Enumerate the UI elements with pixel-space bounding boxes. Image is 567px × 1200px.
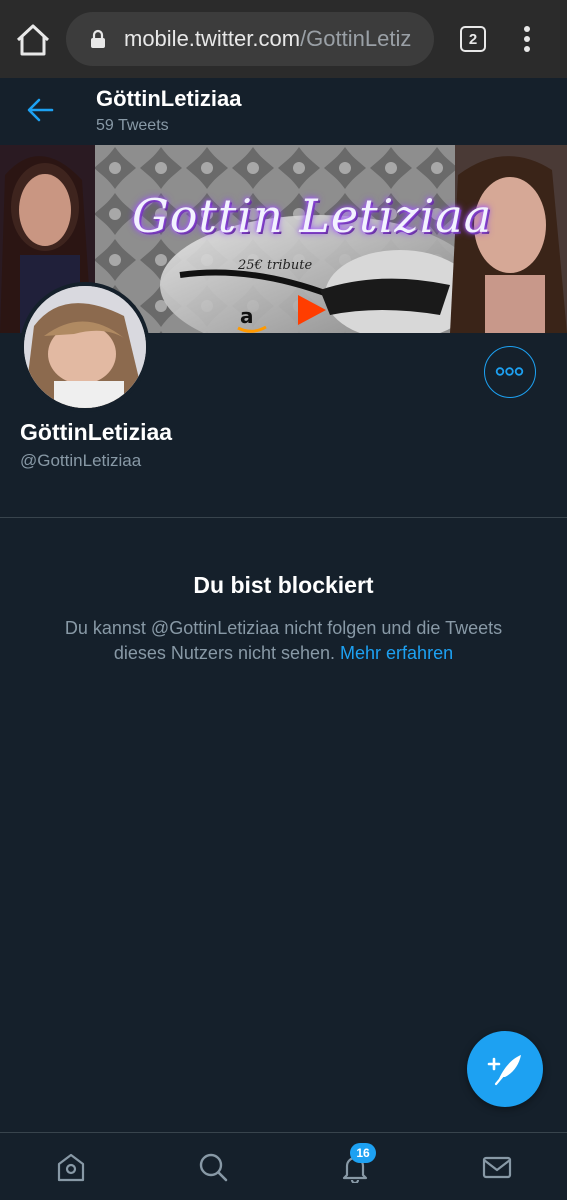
mail-icon[interactable] [481,1151,513,1183]
url-path: /GottinLetiz [300,26,412,51]
divider [0,517,567,518]
browser-toolbar: mobile.twitter.com/GottinLetiz 2 [0,0,567,78]
url-text: mobile.twitter.com/GottinLetiz [124,26,411,52]
svg-text:a: a [240,304,254,328]
search-icon[interactable] [197,1151,229,1183]
home-icon[interactable] [14,22,52,58]
home-icon[interactable] [55,1151,87,1183]
profile-display-name: GöttinLetiziaa [20,419,173,445]
more-options-button[interactable] [484,346,536,398]
learn-more-link[interactable]: Mehr erfahren [340,643,453,663]
header-title: GöttinLetiziaa [96,86,242,111]
address-bar[interactable]: mobile.twitter.com/GottinLetiz [66,12,434,66]
banner-subtitle: 25€ tribute [238,258,313,273]
header-tweet-count: 59 Tweets [96,117,169,134]
profile-handle: @GottinLetiziaa [20,451,142,470]
tab-switcher-button[interactable]: 2 [460,26,486,52]
notifications-badge: 16 [350,1143,376,1163]
url-host: mobile.twitter.com [124,26,301,51]
avatar[interactable] [20,282,150,412]
compose-feather-icon [487,1055,521,1086]
more-dots-icon [495,367,524,376]
lock-icon [90,29,106,49]
banner-title: Gottin Letiziaa [132,189,493,243]
overflow-menu-icon[interactable] [518,25,536,53]
compose-tweet-button[interactable] [467,1031,543,1107]
blocked-message-block: Du kannst @GottinLetiziaa nicht folgen u… [40,616,527,666]
blocked-title: Du bist blockiert [193,572,374,598]
back-arrow-icon[interactable] [26,97,54,123]
bottom-navigation: 16 [0,1132,567,1200]
